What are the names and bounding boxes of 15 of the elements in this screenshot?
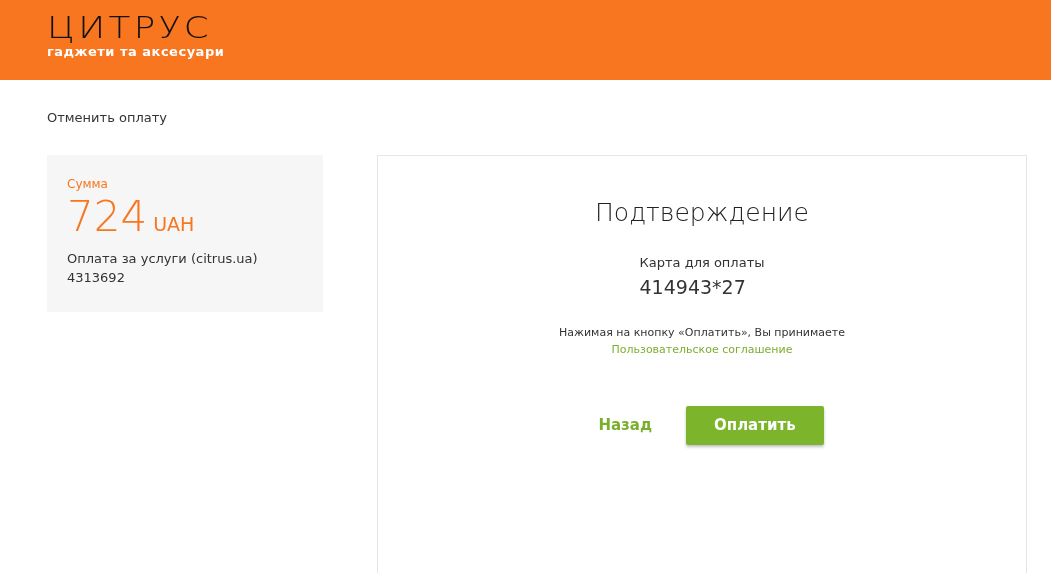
user-agreement-link[interactable]: Пользовательское соглашение	[611, 341, 793, 358]
payment-description: Оплата за услуги (citrus.ua)	[67, 249, 258, 268]
cancel-payment-link[interactable]: Отменить оплату	[47, 108, 167, 128]
amount-value: 724	[67, 192, 148, 241]
card-number: 414943*27	[639, 274, 746, 300]
amount-label: Сумма	[67, 175, 109, 193]
card-label: Карта для оплаты	[639, 254, 765, 272]
logo[interactable]: ЦИТРУС	[47, 10, 213, 44]
logo-tagline: гаджети та аксесуари	[47, 44, 225, 60]
confirmation-title: Подтверждение	[595, 196, 809, 229]
back-button[interactable]: Назад	[580, 406, 670, 445]
pay-button[interactable]: Оплатить	[686, 406, 824, 445]
order-number: 4313692	[67, 269, 125, 287]
consent-text: Нажимая на кнопку «Оплатить», Вы принимаете	[559, 325, 845, 341]
currency-label: UAH	[153, 211, 195, 237]
